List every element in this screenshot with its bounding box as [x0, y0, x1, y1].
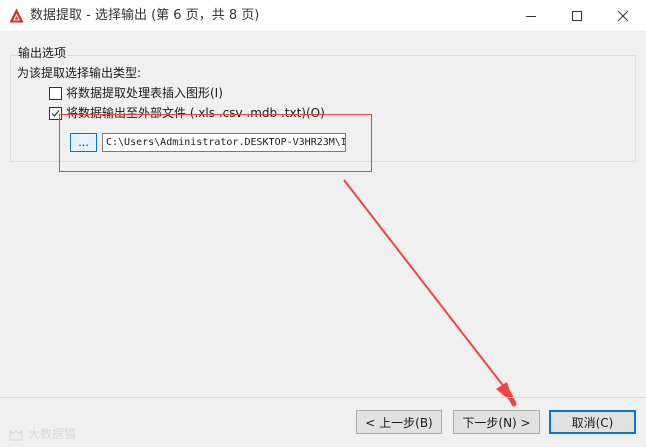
browse-button[interactable]: ...	[70, 133, 97, 152]
output-options-label: 输出选项	[17, 46, 68, 61]
insert-table-checkbox[interactable]	[49, 86, 62, 100]
cancel-button[interactable]: 取消(C)	[549, 410, 636, 434]
minimize-icon	[526, 15, 536, 17]
export-file-checkbox[interactable]	[49, 106, 62, 120]
insert-table-label: 将数据提取处理表插入图形(I)	[66, 86, 223, 100]
minimize-button[interactable]	[508, 0, 554, 31]
output-path-field[interactable]: C:\Users\Administrator.DESKTOP-V3HR23M\I	[102, 133, 346, 152]
data-extraction-dialog: 数据提取 - 选择输出 (第 6 页，共 8 页) 输出选项 为该提取选择输出类…	[0, 0, 646, 447]
watermark: 大数据猫	[8, 425, 76, 442]
watermark-text: 大数据猫	[28, 427, 77, 441]
export-file-label: 将数据输出至外部文件 (.xls .csv .mdb .txt)(O)	[66, 106, 325, 120]
checkmark-icon	[51, 109, 60, 117]
back-button[interactable]: < 上一步(B)	[356, 410, 442, 434]
maximize-button[interactable]	[554, 0, 600, 31]
export-file-option[interactable]: 将数据输出至外部文件 (.xls .csv .mdb .txt)(O)	[49, 106, 325, 120]
close-icon	[617, 10, 629, 21]
window-title: 数据提取 - 选择输出 (第 6 页，共 8 页)	[30, 8, 260, 23]
cat-icon	[9, 429, 23, 441]
insert-table-option[interactable]: 将数据提取处理表插入图形(I)	[49, 86, 223, 100]
footer-divider	[0, 397, 646, 398]
output-type-prompt: 为该提取选择输出类型:	[17, 66, 142, 80]
close-button[interactable]	[600, 0, 646, 31]
next-button[interactable]: 下一步(N) >	[453, 410, 540, 434]
autocad-icon	[9, 8, 24, 23]
maximize-icon	[572, 10, 582, 21]
title-bar: 数据提取 - 选择输出 (第 6 页，共 8 页)	[0, 0, 646, 31]
